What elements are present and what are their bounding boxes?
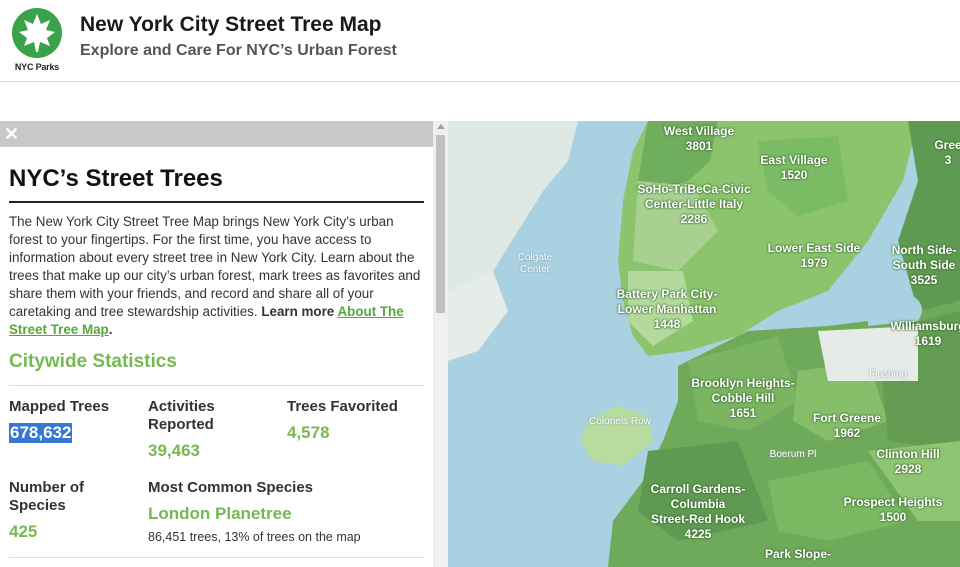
- app-header: NYC Parks New York City Street Tree Map …: [0, 0, 960, 82]
- species-name-link[interactable]: London Planetree: [148, 504, 418, 524]
- stat-activities: Activities Reported 39,463: [148, 398, 268, 461]
- neighborhood-label[interactable]: Prospect Heights 1500: [844, 495, 943, 525]
- stat-mapped-trees: Mapped Trees 678,632: [9, 398, 149, 443]
- neighborhood-label[interactable]: Gree 3: [934, 138, 960, 168]
- neighborhood-label[interactable]: SoHo-TriBeCa-Civic Center-Little Italy 228…: [637, 182, 750, 227]
- leaf-icon: [12, 8, 62, 58]
- stat-favorited: Trees Favorited 4,578: [287, 398, 427, 443]
- page-title: New York City Street Tree Map: [80, 13, 382, 36]
- stat-value: 425: [9, 522, 38, 541]
- map-place-label: Boerum Pl: [769, 449, 817, 460]
- panel-content: NYC’s Street Trees The New York City Str…: [9, 147, 424, 556]
- stat-label: Activities Reported: [148, 398, 215, 433]
- nyc-parks-logo[interactable]: NYC Parks: [8, 8, 66, 78]
- divider: [9, 557, 424, 558]
- neighborhood-label[interactable]: Battery Park City- Lower Manhattan 1448: [617, 287, 718, 332]
- close-icon[interactable]: ✕: [4, 123, 19, 145]
- neighborhood-label[interactable]: Carroll Gardens- Columbia Street-Red Hook 4…: [651, 482, 746, 542]
- page-subtitle: Explore and Care For NYC’s Urban Forest: [80, 42, 397, 59]
- stat-value: 4,578: [287, 423, 330, 442]
- map-place-label: Colonels Row: [589, 416, 651, 427]
- stat-label: Trees Favorited: [287, 398, 398, 415]
- neighborhood-label[interactable]: Park Slope-: [765, 547, 831, 562]
- neighborhood-label[interactable]: Clinton Hill 2928: [876, 447, 939, 477]
- stat-species-count: Number of Species 425: [9, 479, 119, 542]
- logo-text: NYC Parks: [14, 62, 60, 72]
- neighborhood-label[interactable]: Fort Greene 1962: [813, 411, 881, 441]
- intro-paragraph: The New York City Street Tree Map brings…: [9, 213, 424, 339]
- stat-value: 678,632: [9, 423, 73, 443]
- neighborhood-label[interactable]: East Village 1520: [760, 153, 827, 183]
- scroll-thumb[interactable]: [436, 135, 445, 313]
- map-place-label: Flushing: [869, 369, 907, 380]
- stat-label: Most Common Species: [148, 479, 314, 496]
- learn-more-suffix: .: [108, 322, 113, 337]
- map-place-label: Colgate Center: [517, 252, 553, 275]
- stats-grid: Mapped Trees 678,632 Activities Reported…: [9, 386, 424, 556]
- neighborhood-label[interactable]: Lower East Side 1979: [768, 241, 861, 271]
- stats-heading: Citywide Statistics: [9, 351, 424, 386]
- neighborhood-label[interactable]: North Side- South Side 3525: [892, 243, 957, 288]
- panel-heading: NYC’s Street Trees: [9, 165, 424, 203]
- neighborhood-label[interactable]: Brooklyn Heights- Cobble Hill 1651: [691, 376, 794, 421]
- stat-value: 39,463: [148, 441, 200, 460]
- scroll-up-icon[interactable]: [437, 124, 445, 129]
- neighborhood-label[interactable]: Williamsburg 1619: [890, 319, 960, 349]
- stat-label: Mapped Trees: [9, 398, 110, 415]
- species-detail: 86,451 trees, 13% of trees on the map: [148, 530, 361, 544]
- stat-label: Number of Species: [9, 479, 84, 514]
- info-panel: ✕ NYC’s Street Trees The New York City S…: [0, 121, 448, 567]
- stat-common-species: Most Common Species London Planetree 86,…: [148, 479, 418, 544]
- neighborhood-label[interactable]: West Village 3801: [664, 124, 734, 154]
- panel-scrollbar[interactable]: [433, 121, 448, 567]
- panel-title-bar: ✕: [0, 121, 433, 147]
- learn-more-prefix: Learn more: [261, 304, 338, 319]
- tree-map[interactable]: West Village 3801 East Village 1520 SoHo-T…: [448, 121, 960, 567]
